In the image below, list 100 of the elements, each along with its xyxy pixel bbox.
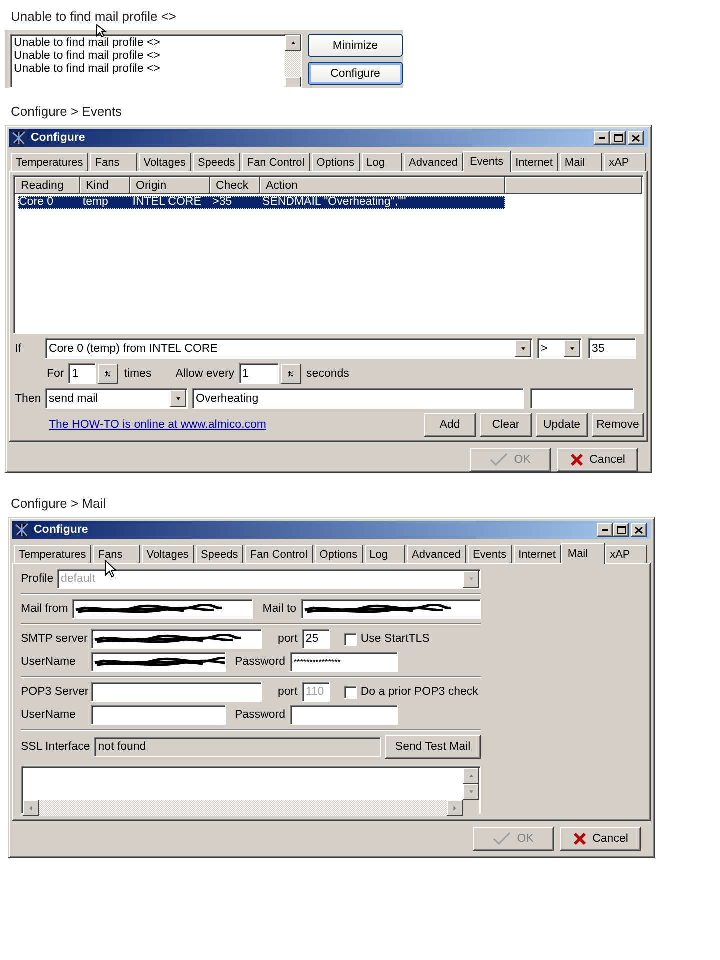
table-cell-text: INTEL CORE (132, 196, 202, 209)
action-button[interactable]: Remove (592, 413, 644, 437)
port-field[interactable]: 25 (302, 629, 330, 649)
tab[interactable]: Fan Control (245, 545, 313, 563)
right-arrow-icon (453, 804, 457, 812)
down-arrow-icon (468, 790, 474, 794)
action-button[interactable]: Update (536, 413, 588, 437)
password-label: Password (235, 709, 286, 721)
tab[interactable]: Options (314, 545, 363, 563)
count-field[interactable]: 1 (68, 363, 96, 384)
tab[interactable]: xAP (605, 545, 648, 563)
column-header[interactable] (505, 177, 642, 194)
tab[interactable]: Events (462, 151, 511, 172)
cross-icon (572, 832, 587, 846)
pop3-server-field[interactable] (91, 682, 262, 702)
tab[interactable]: Events (468, 545, 512, 563)
cancel-button[interactable]: Cancel (560, 827, 641, 851)
tab[interactable]: Log (364, 545, 406, 563)
username-field[interactable] (91, 705, 226, 725)
column-header[interactable]: Origin (130, 177, 210, 194)
checkbox-label: Use StartTLS (360, 633, 430, 645)
extra-field[interactable] (530, 388, 634, 409)
scroll-corner (463, 800, 479, 816)
column-header[interactable]: Action (260, 177, 505, 194)
tab[interactable]: Temperatures (11, 153, 88, 171)
send-test-mail-button[interactable]: Send Test Mail (385, 735, 481, 759)
tab[interactable]: Mail (560, 543, 606, 564)
times-label: times (124, 368, 152, 380)
tab[interactable]: Internet (514, 545, 561, 563)
close-icon (635, 526, 643, 534)
interval-field[interactable]: 1 (238, 363, 279, 384)
spin-button[interactable] (280, 364, 301, 384)
scroll-bar[interactable] (23, 800, 463, 816)
tab[interactable]: Fans (90, 153, 137, 171)
tab[interactable]: Temperatures (14, 545, 92, 563)
window-title: Configure (34, 524, 90, 536)
app-icon (14, 522, 30, 538)
minimize-button[interactable] (597, 523, 613, 537)
minimize-icon (602, 529, 608, 531)
minimize-button[interactable] (594, 131, 610, 145)
checkbox-label: Do a prior POP3 check (360, 686, 478, 698)
scroll-bar[interactable] (285, 35, 301, 87)
mail-from-field[interactable] (72, 599, 253, 619)
table-cell-text: Core 0 (18, 196, 55, 209)
condition-dropdown[interactable]: Core 0 (temp) from INTEL CORE (45, 338, 533, 359)
ssl-interface-field: not found (94, 737, 382, 757)
ssl-interface-label: SSL Interface (21, 741, 90, 753)
tab[interactable]: Voltages (138, 153, 191, 171)
password-field[interactable] (290, 705, 398, 725)
cancel-button[interactable]: Cancel (557, 448, 638, 472)
tab[interactable]: Speeds (192, 153, 240, 171)
seconds-label: seconds (306, 368, 350, 380)
action-button[interactable]: Clear (480, 413, 532, 437)
minimize-button[interactable]: Minimize (308, 34, 403, 57)
table-row[interactable]: Core 0 temp INTEL CORE >35 SENDMAIL "Overheating","" (18, 196, 505, 209)
how-to-link[interactable]: The HOW-TO is online at www.almico.com (49, 419, 420, 431)
for-label: For (47, 368, 64, 380)
checkbox[interactable] (344, 686, 357, 698)
minimize-icon (599, 137, 605, 139)
tab[interactable]: Fans (93, 545, 140, 563)
tab[interactable]: Internet (510, 153, 558, 171)
password-field[interactable]: *************** (290, 652, 398, 672)
operator-dropdown[interactable]: > (537, 338, 582, 359)
tab[interactable]: Voltages (142, 545, 194, 563)
tab[interactable]: Fan Control (242, 153, 310, 171)
tab[interactable]: Advanced (407, 545, 466, 563)
mail-to-label: Mail to (262, 603, 297, 615)
username-label: UserName (21, 709, 77, 721)
username-label: UserName (21, 656, 77, 668)
message-field[interactable]: Overheating (192, 388, 524, 409)
column-header[interactable]: Reading (15, 177, 80, 194)
smtp-server-field[interactable] (91, 629, 262, 649)
close-button[interactable] (628, 131, 644, 145)
maximize-button[interactable] (610, 131, 626, 145)
pop3-server-label: POP3 Server (21, 686, 87, 698)
column-header[interactable]: Kind (80, 177, 130, 194)
tab[interactable]: xAP (604, 153, 646, 171)
column-header[interactable]: Check (210, 177, 260, 194)
close-button[interactable] (631, 523, 647, 537)
configure-button[interactable]: Configure (308, 62, 403, 85)
caption: Unable to find mail profile <> (11, 8, 176, 26)
down-arrow-icon (520, 346, 526, 350)
close-icon (632, 134, 640, 142)
checkbox[interactable] (344, 632, 357, 646)
maximize-button[interactable] (613, 523, 629, 537)
tab[interactable]: Log (362, 153, 402, 171)
username-field[interactable] (91, 652, 226, 672)
threshold-field[interactable]: 35 (588, 338, 636, 359)
maximize-icon (614, 134, 622, 142)
action-button[interactable]: Add (424, 413, 476, 437)
tab[interactable]: Advanced (404, 153, 463, 171)
tab[interactable]: Speeds (196, 545, 244, 563)
tab[interactable]: Options (312, 153, 360, 171)
down-arrow-icon (568, 346, 576, 350)
action-dropdown[interactable]: send mail (45, 388, 188, 409)
scroll-bar[interactable] (463, 768, 479, 800)
spin-button[interactable] (98, 364, 118, 384)
mail-to-field[interactable] (300, 599, 481, 619)
caption: Configure > Mail (11, 495, 106, 513)
tab[interactable]: Mail (560, 153, 602, 171)
